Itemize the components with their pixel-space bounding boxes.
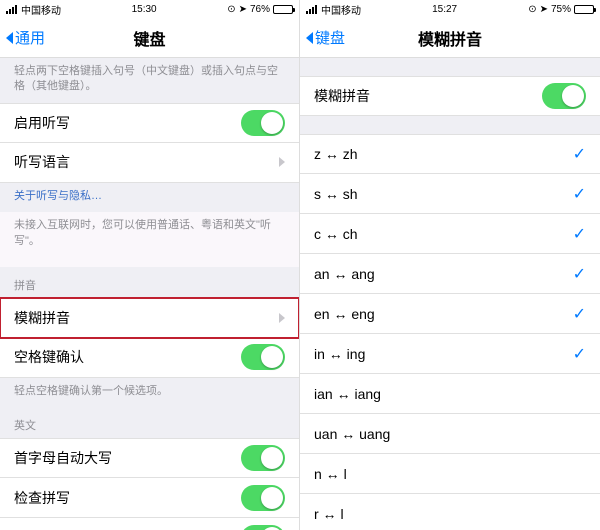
back-label: 键盘 <box>315 27 345 48</box>
offline-note: 未接入互联网时，您可以使用普通话、粤语和英文"听写"。 <box>0 212 299 267</box>
signal-icon <box>6 5 17 14</box>
space-confirm-row[interactable]: 空格键确认 <box>0 338 299 378</box>
status-bar: 中国移动 15:30 ⊙ ➤ 76% <box>0 0 299 18</box>
fuzzy-option-row[interactable]: ian ↔ iang <box>300 374 600 414</box>
fuzzy-option-row[interactable]: n ↔ l <box>300 454 600 494</box>
nav-bar: 键盘 模糊拼音 <box>300 18 600 58</box>
page-title: 键盘 <box>133 26 165 50</box>
space-note: 轻点空格键确认第一个候选项。 <box>0 378 299 407</box>
back-button[interactable]: 通用 <box>6 27 45 48</box>
fuzzy-option-label: an ↔ ang <box>314 266 375 282</box>
location-icon: ➤ <box>239 4 247 15</box>
alarm-icon: ⊙ <box>528 4 536 15</box>
fuzzy-option-label: z ↔ zh <box>314 146 358 162</box>
fuzzy-option-row[interactable]: uan ↔ uang <box>300 414 600 454</box>
spellcheck-label: 检查拼写 <box>14 488 70 508</box>
carrier-label: 中国移动 <box>21 2 61 17</box>
fuzzy-option-label: uan ↔ uang <box>314 426 390 442</box>
checkmark-icon: ✓ <box>573 184 586 204</box>
fuzzy-pinyin-label: 模糊拼音 <box>14 308 70 328</box>
chevron-right-icon <box>279 157 285 167</box>
fuzzy-option-row[interactable]: an ↔ ang ✓ <box>300 254 600 294</box>
dictation-toggle[interactable] <box>241 110 285 136</box>
fuzzy-option-row[interactable]: c ↔ ch ✓ <box>300 214 600 254</box>
fuzzy-option-label: c ↔ ch <box>314 226 358 242</box>
chevron-left-icon <box>306 32 313 44</box>
status-time: 15:27 <box>432 4 457 15</box>
fuzzy-pinyin-screen: 中国移动 15:27 ⊙ ➤ 75% 键盘 模糊拼音 模糊拼音 z ↔ zh✓s… <box>300 0 600 530</box>
checkmark-icon: ✓ <box>573 304 586 324</box>
autocap-row[interactable]: 首字母自动大写 <box>0 438 299 478</box>
status-bar: 中国移动 15:27 ⊙ ➤ 75% <box>300 0 600 18</box>
fuzzy-master-label: 模糊拼音 <box>314 86 370 106</box>
battery-icon <box>273 5 293 14</box>
english-header: 英文 <box>0 407 299 438</box>
dictation-language-label: 听写语言 <box>14 152 70 172</box>
double-tap-note: 轻点两下空格键插入句号（中文键盘）或插入句点与空格（其他键盘）。 <box>0 58 299 103</box>
fuzzy-option-row[interactable]: s ↔ sh ✓ <box>300 174 600 214</box>
keyboard-settings-screen: 中国移动 15:30 ⊙ ➤ 76% 通用 键盘 轻点两下空格键插入句号（中文键… <box>0 0 300 530</box>
dictation-label: 启用听写 <box>14 113 70 133</box>
signal-icon <box>306 5 317 14</box>
battery-percent: 76% <box>250 4 270 15</box>
checkmark-icon: ✓ <box>573 344 586 364</box>
space-confirm-label: 空格键确认 <box>14 347 84 367</box>
predict-toggle[interactable] <box>241 525 285 530</box>
nav-bar: 通用 键盘 <box>0 18 299 58</box>
status-time: 15:30 <box>132 4 157 15</box>
back-label: 通用 <box>15 27 45 48</box>
battery-icon <box>574 5 594 14</box>
pinyin-header: 拼音 <box>0 267 299 298</box>
fuzzy-option-label: in ↔ ing <box>314 346 365 362</box>
dictation-row[interactable]: 启用听写 <box>0 103 299 143</box>
fuzzy-option-label: r ↔ l <box>314 506 344 522</box>
space-confirm-toggle[interactable] <box>241 344 285 370</box>
fuzzy-option-label: ian ↔ iang <box>314 386 381 402</box>
checkmark-icon: ✓ <box>573 224 586 244</box>
fuzzy-master-toggle[interactable] <box>542 83 586 109</box>
fuzzy-pinyin-row[interactable]: 模糊拼音 <box>0 298 299 338</box>
autocap-label: 首字母自动大写 <box>14 448 112 468</box>
chevron-right-icon <box>279 313 285 323</box>
predict-row[interactable]: 输入预测 <box>0 518 299 530</box>
chevron-left-icon <box>6 32 13 44</box>
autocap-toggle[interactable] <box>241 445 285 471</box>
fuzzy-master-row[interactable]: 模糊拼音 <box>300 76 600 116</box>
back-button[interactable]: 键盘 <box>306 27 345 48</box>
dictation-language-row[interactable]: 听写语言 <box>0 143 299 183</box>
fuzzy-option-label: n ↔ l <box>314 466 347 482</box>
location-icon: ➤ <box>540 4 548 15</box>
fuzzy-option-row[interactable]: z ↔ zh ✓ <box>300 134 600 174</box>
carrier-label: 中国移动 <box>321 2 361 17</box>
fuzzy-option-label: s ↔ sh <box>314 186 358 202</box>
checkmark-icon: ✓ <box>573 144 586 164</box>
battery-percent: 75% <box>551 4 571 15</box>
fuzzy-option-row[interactable]: in ↔ ing ✓ <box>300 334 600 374</box>
alarm-icon: ⊙ <box>227 4 235 15</box>
checkmark-icon: ✓ <box>573 264 586 284</box>
fuzzy-option-row[interactable]: r ↔ l <box>300 494 600 530</box>
fuzzy-option-label: en ↔ eng <box>314 306 375 322</box>
spellcheck-row[interactable]: 检查拼写 <box>0 478 299 518</box>
spellcheck-toggle[interactable] <box>241 485 285 511</box>
privacy-link[interactable]: 关于听写与隐私… <box>0 183 299 212</box>
fuzzy-option-row[interactable]: en ↔ eng ✓ <box>300 294 600 334</box>
fuzzy-list: z ↔ zh✓s ↔ sh✓c ↔ ch✓an ↔ ang✓en ↔ eng✓i… <box>300 134 600 530</box>
page-title: 模糊拼音 <box>418 26 482 50</box>
